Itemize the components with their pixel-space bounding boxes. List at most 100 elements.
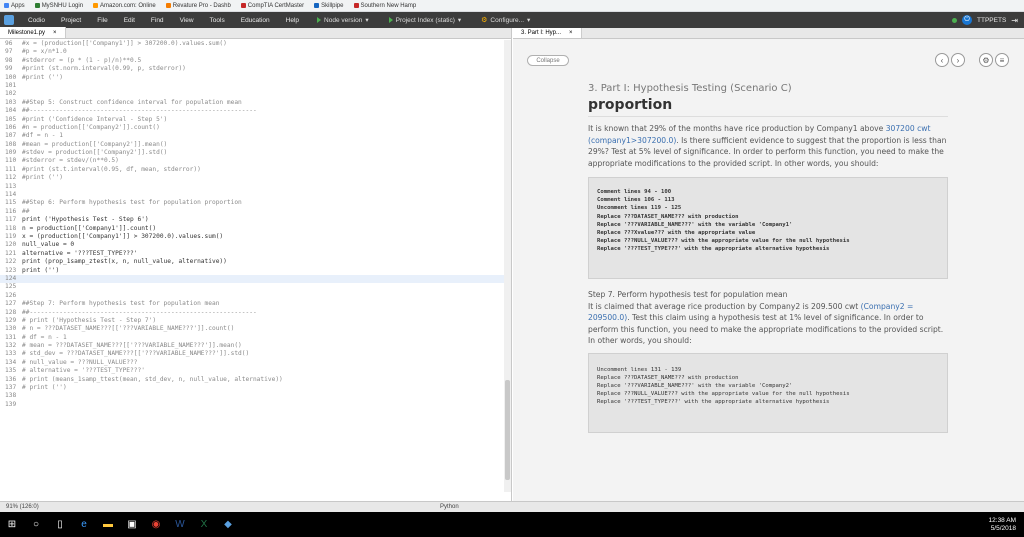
configure-button[interactable]: ⚙ Configure... ▾: [471, 16, 540, 25]
code-line[interactable]: 118 n = production[['Company1']].count(): [0, 225, 504, 233]
project-index-button[interactable]: Project Index (static) ▾: [379, 16, 472, 24]
code-line[interactable]: 134 # null_value = ???NULL_VALUE???: [0, 359, 504, 367]
code-line[interactable]: 100 #print (''): [0, 74, 504, 82]
next-page-icon[interactable]: ›: [951, 53, 965, 67]
menu-item-codio[interactable]: Codio: [20, 17, 53, 24]
code-line[interactable]: 114: [0, 191, 504, 199]
editor-scrollbar[interactable]: [504, 40, 511, 492]
code-line[interactable]: 123 print (''): [0, 267, 504, 275]
code-line[interactable]: 130 # n = ???DATASET_NAME???[['???VARIABL…: [0, 325, 504, 333]
guide-content: 3. Part I: Hypothesis Testing (Scenario …: [588, 83, 948, 433]
code-line[interactable]: 107 #df = n - 1: [0, 132, 504, 140]
code-line[interactable]: 117 print ('Hypothesis Test - Step 6'): [0, 216, 504, 224]
menu-item-find[interactable]: Find: [143, 17, 172, 24]
chrome-icon[interactable]: ◉: [144, 512, 168, 537]
menu-item-tools[interactable]: Tools: [202, 17, 233, 24]
edge-icon[interactable]: e: [72, 512, 96, 537]
code-line[interactable]: 103 ##Step 5: Construct confidence interv…: [0, 99, 504, 107]
bookmark-favicon-icon: [93, 3, 99, 8]
instruction-code-block-2: Uncomment lines 131 - 139 Replace ???DAT…: [588, 352, 948, 433]
code-line[interactable]: 139: [0, 401, 504, 409]
code-line[interactable]: 133 # std_dev = ???DATASET_NAME???[['???V…: [0, 350, 504, 358]
code-line[interactable]: 126: [0, 292, 504, 300]
scrollbar-thumb[interactable]: [505, 380, 510, 480]
logout-icon[interactable]: ⇥: [1011, 16, 1018, 25]
code-line[interactable]: 113: [0, 183, 504, 191]
app-icon[interactable]: ◆: [216, 512, 240, 537]
code-line[interactable]: 98 #stderror = (p * (1 - p)/n)**0.5: [0, 57, 504, 65]
close-icon[interactable]: ×: [569, 30, 573, 36]
language-mode[interactable]: Python: [440, 504, 459, 510]
menu-item-file[interactable]: File: [89, 17, 115, 24]
code-line[interactable]: 96 #x = (production[['Company1']] > 30720…: [0, 40, 504, 48]
code-line[interactable]: 105 #print ('Confidence Interval - Step 5…: [0, 116, 504, 124]
code-line[interactable]: 137 # print (''): [0, 384, 504, 392]
line-text: # print ('Hypothesis Test - Step 7'): [22, 316, 157, 324]
code-line[interactable]: 99 #print (st.norm.interval(0.99, p, stde…: [0, 65, 504, 73]
power-icon[interactable]: ⏻: [962, 15, 973, 25]
menu-item-edit[interactable]: Edit: [116, 17, 143, 24]
code-line[interactable]: 104 ##-----------------------------------…: [0, 107, 504, 115]
menu-item-help[interactable]: Help: [278, 17, 307, 24]
code-line[interactable]: 135 # alternative = '???TEST_TYPE???': [0, 367, 504, 375]
close-icon[interactable]: ×: [53, 30, 57, 36]
word-icon[interactable]: W: [168, 512, 192, 537]
tab-part1-hypothesis[interactable]: 3. Part I: Hyp... ×: [513, 28, 582, 38]
menu-item-project[interactable]: Project: [53, 17, 89, 24]
code-editor-pane: Milestone1.py × 96 #x = (production[['Com…: [0, 27, 512, 501]
settings-gear-icon[interactable]: ⚙: [979, 53, 993, 67]
code-line[interactable]: 111 #print (st.t.interval(0.95, df, mean,…: [0, 166, 504, 174]
code-line[interactable]: 106 #n = production[['Company2']].count(): [0, 124, 504, 132]
node-version-button[interactable]: Node version ▾: [307, 16, 379, 24]
line-text: ##Step 6: Perform hypothesis test for po…: [22, 199, 242, 207]
code-line[interactable]: 121 alternative = '???TEST_TYPE???': [0, 250, 504, 258]
tab-milestone1[interactable]: Milestone1.py ×: [0, 27, 66, 38]
search-icon[interactable]: ○: [24, 512, 48, 537]
user-name[interactable]: TTPPETS: [977, 17, 1006, 24]
code-line[interactable]: 119 x = (production[['Company1']] > 30720…: [0, 233, 504, 241]
code-line[interactable]: 109 #stdev = production[['Company2']].std…: [0, 149, 504, 157]
code-line[interactable]: 101: [0, 82, 504, 90]
code-line[interactable]: 127 ##Step 7: Perform hypothesis test for…: [0, 300, 504, 308]
code-line[interactable]: 120 null_value = 0: [0, 241, 504, 249]
code-line[interactable]: 108 #mean = production[['Company2']].mean…: [0, 141, 504, 149]
code-line[interactable]: 122 print (prop_1samp_ztest(x, n, null_va…: [0, 258, 504, 266]
bookmark-item[interactable]: Amazon.com: Online: [93, 3, 156, 9]
collapse-button[interactable]: Collapse: [527, 55, 569, 66]
bookmark-item[interactable]: Apps: [4, 3, 25, 9]
excel-icon[interactable]: X: [192, 512, 216, 537]
code-line[interactable]: 115 ##Step 6: Perform hypothesis test for…: [0, 199, 504, 207]
system-clock[interactable]: 12:38 AM 5/5/2018: [989, 517, 1024, 533]
code-line[interactable]: 132 # mean = ???DATASET_NAME???[['???VARI…: [0, 342, 504, 350]
menu-icon[interactable]: ≡: [995, 53, 1009, 67]
line-number: 126: [5, 291, 17, 299]
code-line[interactable]: 131 # df = n - 1: [0, 334, 504, 342]
code-line[interactable]: 124: [0, 274, 504, 284]
code-area[interactable]: 96 #x = (production[['Company1']] > 30720…: [0, 40, 504, 492]
line-text: # df = n - 1: [22, 333, 67, 341]
code-line[interactable]: 136 # print (means_1samp_ttest(mean, std_…: [0, 376, 504, 384]
code-line[interactable]: 128 ##-----------------------------------…: [0, 309, 504, 317]
prev-page-icon[interactable]: ‹: [935, 53, 949, 67]
store-icon[interactable]: ▣: [120, 512, 144, 537]
code-line[interactable]: 110 #stderror = stdev/(n**0.5): [0, 157, 504, 165]
file-explorer-icon[interactable]: ▬: [96, 512, 120, 537]
code-line[interactable]: 97 #p = x/n*1.0: [0, 48, 504, 56]
code-line[interactable]: 125: [0, 283, 504, 291]
windows-icon[interactable]: ⊞: [0, 512, 24, 537]
task-view-icon[interactable]: ▯: [48, 512, 72, 537]
bookmark-item[interactable]: Southern New Hamp: [353, 3, 416, 9]
bookmark-item[interactable]: Revature Pro - Dashb: [165, 3, 231, 9]
line-number: 101: [5, 81, 17, 89]
menu-item-view[interactable]: View: [172, 17, 202, 24]
menu-item-education[interactable]: Education: [233, 17, 278, 24]
code-line[interactable]: 138: [0, 392, 504, 400]
bookmark-item[interactable]: MySNHU Login: [34, 3, 83, 9]
line-number: 114: [5, 191, 17, 199]
code-line[interactable]: 129 # print ('Hypothesis Test - Step 7'): [0, 317, 504, 325]
code-line[interactable]: 102: [0, 90, 504, 98]
bookmark-item[interactable]: CompTIA CertMaster: [240, 3, 304, 9]
code-line[interactable]: 112 #print (''): [0, 174, 504, 182]
code-line[interactable]: 116 ##: [0, 208, 504, 216]
bookmark-item[interactable]: Skillpipe: [314, 3, 344, 9]
